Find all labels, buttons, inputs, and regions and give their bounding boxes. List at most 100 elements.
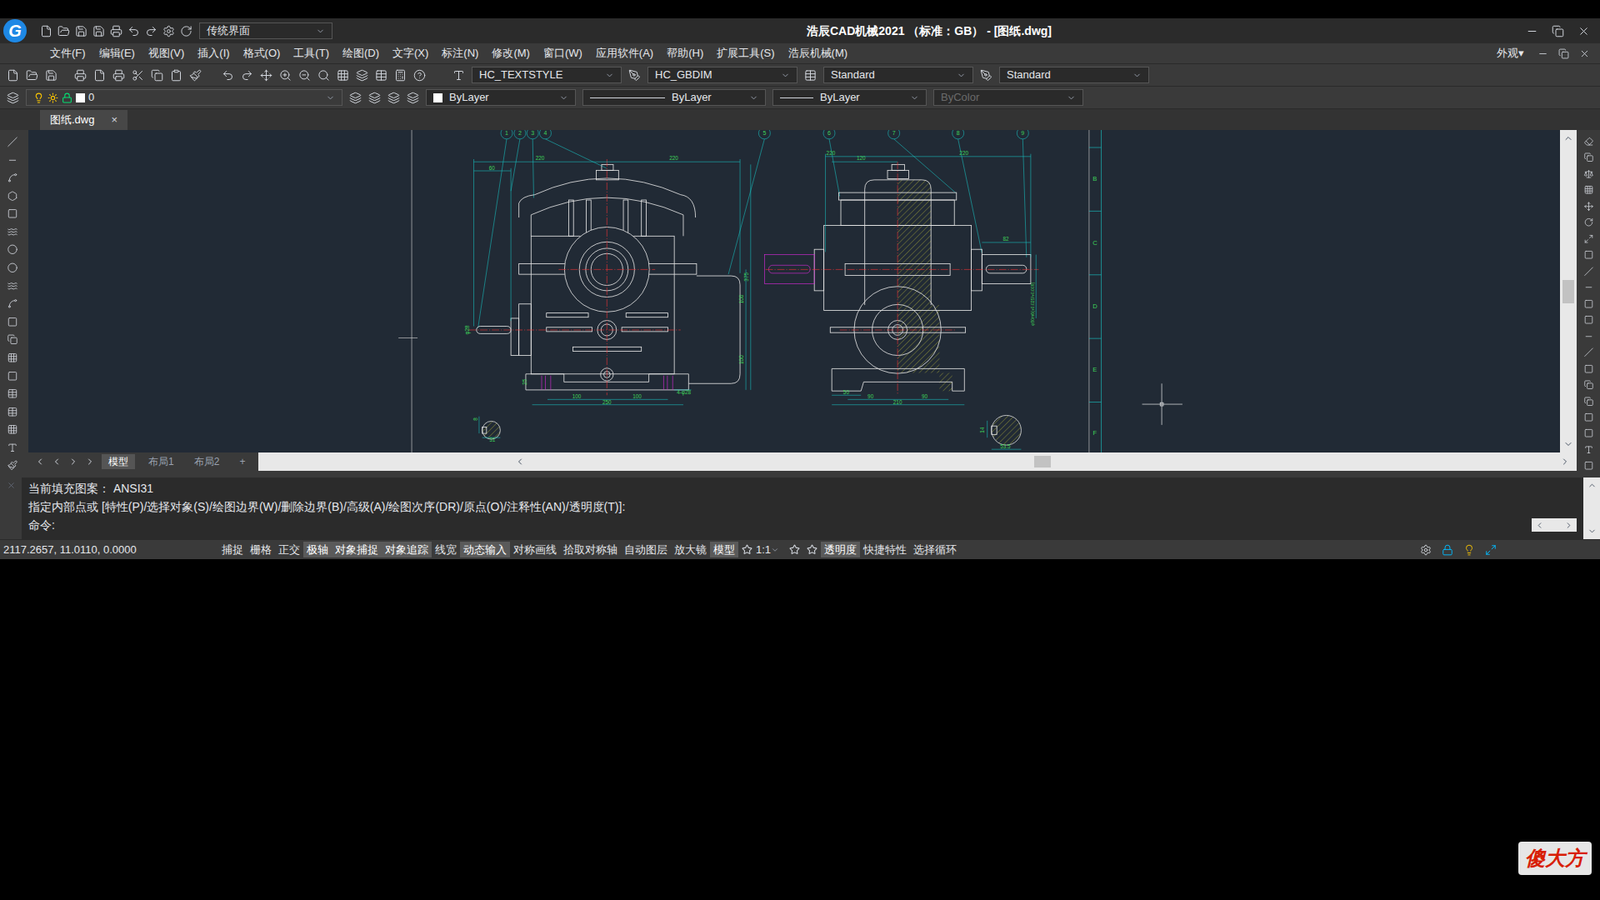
dim-style-icon[interactable] [628,69,641,82]
close-icon[interactable] [1577,25,1590,38]
modify-tool-icon[interactable] [1582,412,1595,422]
paste-icon[interactable] [170,69,183,82]
status-toggle[interactable]: 捕捉 [218,541,247,559]
command-scrollbar[interactable] [1583,477,1600,540]
status-toggle[interactable]: 极轴 [303,541,332,559]
undo-icon[interactable] [221,69,235,82]
pan-icon[interactable] [260,69,273,82]
modify-tool-icon[interactable] [1582,315,1595,325]
last-tab-icon[interactable] [85,456,95,467]
layer-states-icon[interactable] [368,91,381,105]
design-center-icon[interactable] [355,69,369,82]
table-style-combo[interactable]: Standard [823,66,974,84]
status-toggle[interactable]: 线宽 [431,541,460,559]
status-toggle[interactable]: 模型 [710,541,739,559]
zoom-previous-icon[interactable] [317,69,330,82]
status-toggle[interactable]: 动态输入 [460,541,510,559]
modify-tool-icon[interactable] [1582,201,1595,211]
scroll-down-icon[interactable] [1563,439,1574,450]
scroll-down-icon[interactable] [1587,526,1597,536]
modify-tool-icon[interactable] [1582,169,1595,179]
draw-tool-icon[interactable] [5,334,20,345]
status-toggle[interactable]: 对象追踪 [381,541,432,559]
horizontal-scrollbar[interactable] [508,455,1577,468]
modify-tool-icon[interactable] [1582,266,1595,276]
appearance-menu[interactable]: 外观▾ [1496,45,1525,62]
draw-tool-icon[interactable] [5,280,20,292]
save-icon[interactable] [75,25,88,38]
color-combo[interactable]: ByLayer [425,89,576,106]
refresh-icon[interactable] [180,25,193,38]
modify-tool-icon[interactable] [1582,136,1595,146]
auto-scale-icon[interactable] [806,544,818,555]
help-icon[interactable] [413,69,426,82]
isolate-icon[interactable] [1463,544,1475,556]
draw-tool-icon[interactable] [5,370,20,382]
command-close-icon[interactable] [6,480,16,490]
status-toggle[interactable]: 对称画线 [510,541,560,559]
menu-item[interactable]: 绘图(D) [335,45,386,62]
calculator-icon[interactable] [394,69,407,82]
draw-tool-icon[interactable] [5,424,20,435]
modify-tool-icon[interactable] [1582,217,1595,227]
layout-tab[interactable]: + [232,454,252,470]
new-icon[interactable] [6,69,20,82]
doc-close-icon[interactable] [1579,48,1590,60]
drawing-canvas[interactable]: 12345678922022060375100100φ2825100100250… [28,130,1560,453]
open-icon[interactable] [57,25,70,38]
print-icon[interactable] [110,25,123,38]
settings-icon[interactable] [162,25,175,38]
modify-tool-icon[interactable] [1582,364,1595,374]
dim-style-combo[interactable]: HC_GBDIM [647,66,798,84]
menu-item[interactable]: 插入(I) [190,45,236,62]
doc-minimize-icon[interactable] [1537,48,1549,60]
modify-tool-icon[interactable] [1582,152,1595,162]
annotation-scale[interactable]: 1:1 [755,541,771,559]
scroll-thumb[interactable] [1562,280,1575,304]
menu-item[interactable]: 标注(N) [435,45,485,62]
save-as-icon[interactable] [92,25,105,38]
zoom-realtime-icon[interactable] [279,69,292,82]
modify-tool-icon[interactable] [1582,282,1595,292]
status-toggle[interactable]: 栅格 [246,541,275,559]
vertical-scrollbar[interactable] [1560,130,1577,453]
cut-icon[interactable] [131,69,145,82]
plot-icon[interactable] [74,69,87,82]
properties-icon[interactable] [336,69,350,82]
tab-close[interactable]: × [110,111,118,129]
draw-tool-icon[interactable] [5,226,20,238]
menu-item[interactable]: 格式(O) [236,45,288,62]
menu-item[interactable]: 帮助(H) [660,45,710,62]
menu-item[interactable]: 扩展工具(S) [710,45,781,62]
first-tab-icon[interactable] [35,456,45,467]
table-style-icon[interactable] [804,69,817,82]
redo-icon[interactable] [145,25,158,38]
status-toggle[interactable]: 放大镜 [670,541,710,559]
draw-tool-icon[interactable] [5,155,20,166]
annotation-visibility-icon[interactable] [789,544,800,555]
prev-tab-icon[interactable] [51,456,62,467]
draw-tool-icon[interactable] [5,136,20,148]
scale-arrow-icon[interactable] [770,545,780,555]
linetype-combo[interactable]: ByLayer [582,89,766,106]
text-style-combo[interactable]: HC_TEXTSTYLE [471,66,622,84]
document-tab[interactable]: 图纸.dwg× [40,110,128,130]
next-tab-icon[interactable] [68,456,79,467]
menu-item[interactable]: 窗口(W) [536,45,590,62]
clean-screen-icon[interactable] [1485,544,1497,556]
new-file-icon[interactable] [40,25,53,38]
draw-tool-icon[interactable] [5,442,20,454]
scroll-up-icon[interactable] [1563,133,1574,144]
restore-icon[interactable] [1551,25,1565,38]
menu-item[interactable]: 文字(X) [385,45,435,62]
publish-icon[interactable] [112,69,125,82]
modify-tool-icon[interactable] [1582,460,1595,470]
command-scroll-left-icon[interactable] [1535,520,1545,530]
scroll-left-icon[interactable] [515,456,525,467]
menu-item[interactable]: 编辑(E) [92,45,142,62]
app-logo[interactable]: G [3,19,27,43]
menu-item[interactable]: 文件(F) [43,45,93,62]
modify-tool-icon[interactable] [1582,396,1595,406]
layer-combo[interactable]: 0 [25,89,343,106]
draw-tool-icon[interactable] [5,460,20,471]
